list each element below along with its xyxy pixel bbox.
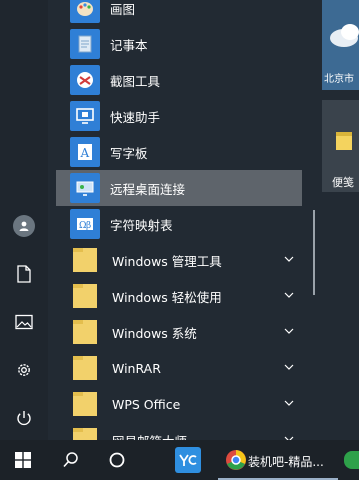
app-list: 画图 记事本 截图工具 快速助手 A 写字板 远程桌面连接 Ω β 字符映射表 … bbox=[56, 0, 318, 440]
folder-netease-mail[interactable]: 网易邮箱大师 bbox=[56, 422, 306, 440]
windows-logo-icon bbox=[15, 452, 31, 468]
start-left-rail bbox=[0, 0, 48, 440]
pictures-button[interactable] bbox=[0, 298, 48, 346]
chevron-down-icon bbox=[284, 364, 294, 370]
folder-label: WinRAR bbox=[112, 360, 161, 376]
sticky-note-icon bbox=[336, 132, 352, 150]
folder-label: Windows 管理工具 bbox=[112, 253, 222, 269]
wechat-icon bbox=[344, 451, 359, 469]
chevron-down-icon bbox=[284, 292, 294, 298]
task-view-button[interactable] bbox=[96, 440, 138, 480]
folder-label: Windows 轻松使用 bbox=[112, 289, 222, 305]
chevron-down-icon bbox=[284, 256, 294, 262]
remote-desktop-icon bbox=[70, 173, 100, 203]
folder-icon bbox=[70, 245, 100, 275]
taskbar-app-yc[interactable] bbox=[170, 440, 206, 480]
search-icon bbox=[63, 452, 78, 468]
snipping-tool-icon bbox=[70, 65, 100, 95]
paint-icon bbox=[70, 0, 100, 23]
sticky-notes-tile[interactable]: 便笺 bbox=[322, 100, 359, 192]
folder-windows-admin-tools[interactable]: Windows 管理工具 bbox=[56, 242, 306, 278]
svg-text:β: β bbox=[86, 221, 91, 231]
folder-icon bbox=[70, 317, 100, 347]
sticky-notes-label: 便笺 bbox=[332, 176, 354, 189]
taskbar-app-label: 装机吧-精品... bbox=[248, 455, 324, 469]
chrome-browser-icon bbox=[226, 450, 246, 470]
quick-assist-icon bbox=[70, 101, 100, 131]
app-label: 画图 bbox=[110, 1, 136, 17]
folder-icon bbox=[70, 425, 100, 440]
folder-label: WPS Office bbox=[112, 396, 181, 412]
picture-icon bbox=[15, 314, 33, 330]
app-label: 截图工具 bbox=[110, 73, 161, 89]
start-menu: 画图 记事本 截图工具 快速助手 A 写字板 远程桌面连接 Ω β 字符映射表 … bbox=[0, 0, 359, 440]
cortana-circle-icon bbox=[109, 452, 125, 468]
user-icon bbox=[19, 221, 29, 231]
gear-icon bbox=[18, 364, 30, 376]
weather-city: 北京市 bbox=[324, 74, 354, 85]
app-item-notepad[interactable]: 记事本 bbox=[56, 26, 306, 62]
folder-icon bbox=[70, 389, 100, 419]
power-icon bbox=[17, 411, 31, 426]
weather-tile[interactable]: 北京市 bbox=[322, 0, 359, 90]
avatar bbox=[13, 215, 35, 237]
folder-wps-office[interactable]: WPS Office bbox=[56, 386, 306, 422]
folder-winrar[interactable]: WinRAR bbox=[56, 350, 306, 386]
cloud-icon bbox=[330, 24, 359, 47]
app-label: 写字板 bbox=[110, 145, 148, 161]
yc-app-icon bbox=[175, 447, 201, 473]
chevron-down-icon bbox=[284, 328, 294, 334]
app-list-scrollbar[interactable] bbox=[313, 210, 315, 295]
app-label: 字符映射表 bbox=[110, 217, 173, 233]
app-item-remote-desktop[interactable]: 远程桌面连接 bbox=[56, 170, 302, 206]
document-icon bbox=[17, 265, 31, 283]
folder-windows-system[interactable]: Windows 系统 bbox=[56, 314, 306, 350]
folder-label: 网易邮箱大师 bbox=[112, 431, 187, 441]
app-item-quick-assist[interactable]: 快速助手 bbox=[56, 98, 306, 134]
documents-button[interactable] bbox=[0, 250, 48, 298]
search-button[interactable] bbox=[48, 440, 94, 480]
taskbar: 装机吧-精品... bbox=[0, 440, 359, 480]
start-button[interactable] bbox=[0, 440, 46, 480]
app-item-snipping-tool[interactable]: 截图工具 bbox=[56, 62, 306, 98]
folder-icon bbox=[70, 353, 100, 383]
notepad-icon bbox=[70, 29, 100, 59]
character-map-icon: Ωβ bbox=[70, 209, 100, 239]
app-label: 记事本 bbox=[110, 37, 148, 53]
wordpad-icon: A bbox=[70, 137, 100, 167]
settings-button[interactable] bbox=[0, 346, 48, 394]
power-button[interactable] bbox=[0, 394, 48, 442]
app-item-wordpad[interactable]: A 写字板 bbox=[56, 134, 306, 170]
folder-label: Windows 系统 bbox=[112, 325, 197, 341]
app-label: 快速助手 bbox=[110, 109, 161, 125]
app-label: 远程桌面连接 bbox=[110, 181, 186, 197]
user-account-button[interactable] bbox=[0, 202, 48, 250]
svg-text:A: A bbox=[80, 146, 90, 160]
app-item-character-map[interactable]: Ωβ 字符映射表 bbox=[56, 206, 306, 242]
folder-icon bbox=[70, 281, 100, 311]
chevron-down-icon bbox=[284, 400, 294, 406]
taskbar-app-wechat[interactable] bbox=[344, 440, 359, 480]
folder-windows-ease-of-access[interactable]: Windows 轻松使用 bbox=[56, 278, 306, 314]
app-item-paint[interactable]: 画图 bbox=[56, 0, 306, 26]
live-tiles: 北京市 便笺 bbox=[318, 0, 359, 440]
